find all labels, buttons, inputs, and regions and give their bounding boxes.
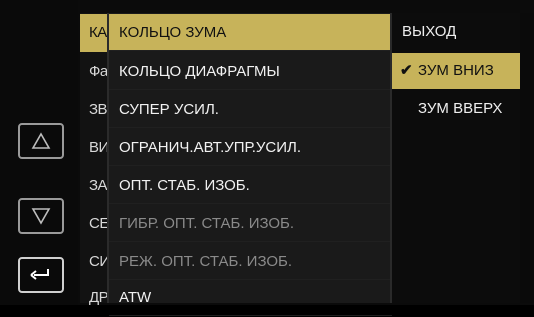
parent-menu: КА Фа ЗВ ВИ ЗА СЕ СИ ДР [80, 13, 110, 306]
back-button[interactable] [18, 257, 64, 293]
menu-item-ois-mode[interactable]: РЕЖ. ОПТ. СТАБ. ИЗОБ. [109, 243, 392, 280]
exit-option[interactable]: ВЫХОД [392, 14, 524, 50]
menu-item-hybrid-ois[interactable]: ГИБР. ОПТ. СТАБ. ИЗОБ. [109, 205, 392, 242]
triangle-up-icon [31, 132, 51, 149]
menu-item-ois[interactable]: ОПТ. СТАБ. ИЗОБ. [109, 167, 392, 204]
option-label: ЗУМ ВНИЗ [418, 62, 494, 79]
parent-menu-item[interactable]: КА [80, 14, 110, 52]
scroll-down-button[interactable] [18, 198, 64, 234]
option-label: ЗУМ ВВЕРХ [418, 100, 503, 117]
triangle-down-icon [31, 208, 51, 225]
checkmark-icon: ✔ [400, 62, 413, 79]
scroll-up-button[interactable] [18, 123, 64, 159]
right-edge [520, 13, 534, 303]
menu-item-agc-limit[interactable]: ОГРАНИЧ.АВТ.УПР.УСИЛ. [109, 129, 392, 166]
left-nav-panel [0, 0, 78, 305]
menu-item-iris-ring[interactable]: КОЛЬЦО ДИАФРАГМЫ [109, 53, 392, 90]
option-zoom-up[interactable]: ЗУМ ВВЕРХ [392, 91, 524, 127]
menu-item-super-gain[interactable]: СУПЕР УСИЛ. [109, 91, 392, 128]
menu-item-atw[interactable]: ATW [109, 279, 392, 316]
return-arrow-icon [30, 269, 49, 280]
options-submenu: ВЫХОД ✔ ЗУМ ВНИЗ ЗУМ ВВЕРХ [390, 13, 524, 303]
settings-menu: КОЛЬЦО ЗУМА КОЛЬЦО ДИАФРАГМЫ СУПЕР УСИЛ.… [107, 13, 392, 316]
option-zoom-down[interactable]: ✔ ЗУМ ВНИЗ [392, 53, 524, 89]
menu-item-zoom-ring[interactable]: КОЛЬЦО ЗУМА [109, 14, 392, 51]
